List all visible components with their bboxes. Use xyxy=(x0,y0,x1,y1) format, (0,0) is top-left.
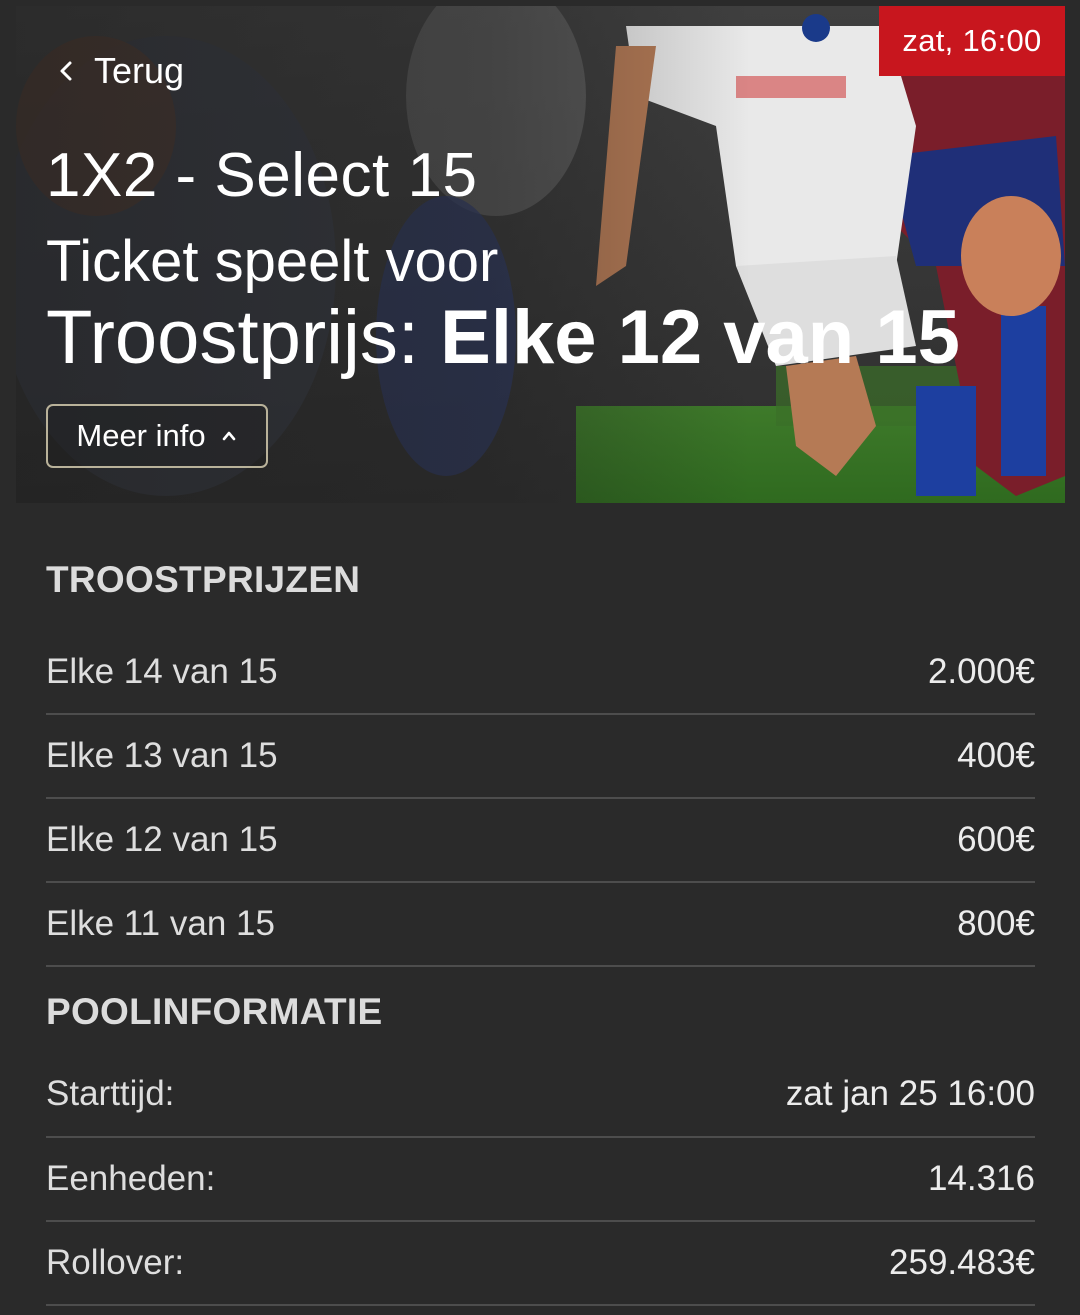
prize-prefix: Troostprijs: xyxy=(46,295,441,380)
kickoff-time-badge: zat, 16:00 xyxy=(879,6,1065,76)
pool-info-label: Rollover: xyxy=(46,1243,185,1282)
pool-info-value: 14.316 xyxy=(927,1159,1035,1198)
pool-info-title: POOLINFORMATIE xyxy=(46,991,383,1032)
hero-banner: zat, 16:00 Terug 1X2 - Select 15 Ticket … xyxy=(16,6,1065,503)
chevron-left-icon xyxy=(60,61,72,81)
ticket-prize-line: Troostprijs: Elke 12 van 15 xyxy=(46,294,960,381)
details-content: TROOSTPRIJZEN Elke 14 van 15 2.000€ Elke… xyxy=(46,503,1035,1306)
pool-info-value: 259.483€ xyxy=(889,1243,1035,1282)
consolation-section: TROOSTPRIJZEN Elke 14 van 15 2.000€ Elke… xyxy=(46,503,1035,967)
pool-info-row: Rollover: 259.483€ xyxy=(46,1222,1035,1306)
chevron-up-icon xyxy=(222,431,235,441)
page-title: 1X2 - Select 15 xyxy=(46,141,478,210)
consolation-title: TROOSTPRIJZEN xyxy=(46,559,361,600)
prize-value: Elke 12 van 15 xyxy=(440,295,960,380)
consolation-row-label: Elke 11 van 15 xyxy=(46,904,275,943)
consolation-row: Elke 11 van 15 800€ xyxy=(46,883,1035,967)
pool-info-row: Eenheden: 14.316 xyxy=(46,1138,1035,1222)
pool-info-label: Starttijd: xyxy=(46,1074,175,1113)
more-info-button[interactable]: Meer info xyxy=(46,404,268,468)
consolation-row: Elke 14 van 15 2.000€ xyxy=(46,631,1035,715)
pool-info-label: Eenheden: xyxy=(46,1159,216,1198)
consolation-row: Elke 12 van 15 600€ xyxy=(46,799,1035,883)
back-button[interactable]: Terug xyxy=(54,50,184,92)
back-label: Terug xyxy=(94,50,185,91)
consolation-row-value: 2.000€ xyxy=(927,652,1035,691)
consolation-row-label: Elke 14 van 15 xyxy=(46,652,278,691)
more-info-label: Meer info xyxy=(76,418,206,453)
consolation-row-value: 400€ xyxy=(957,736,1035,775)
consolation-row-value: 800€ xyxy=(957,904,1035,943)
consolation-row-label: Elke 12 van 15 xyxy=(46,820,278,859)
pool-info-section: POOLINFORMATIE Starttijd: zat jan 25 16:… xyxy=(46,967,1035,1306)
ticket-subtitle: Ticket speelt voor xyxy=(46,229,499,294)
pool-info-value: zat jan 25 16:00 xyxy=(785,1074,1035,1113)
consolation-row: Elke 13 van 15 400€ xyxy=(46,715,1035,799)
pool-info-row: Starttijd: zat jan 25 16:00 xyxy=(46,1052,1035,1138)
consolation-row-label: Elke 13 van 15 xyxy=(46,736,278,775)
consolation-row-value: 600€ xyxy=(957,820,1035,859)
